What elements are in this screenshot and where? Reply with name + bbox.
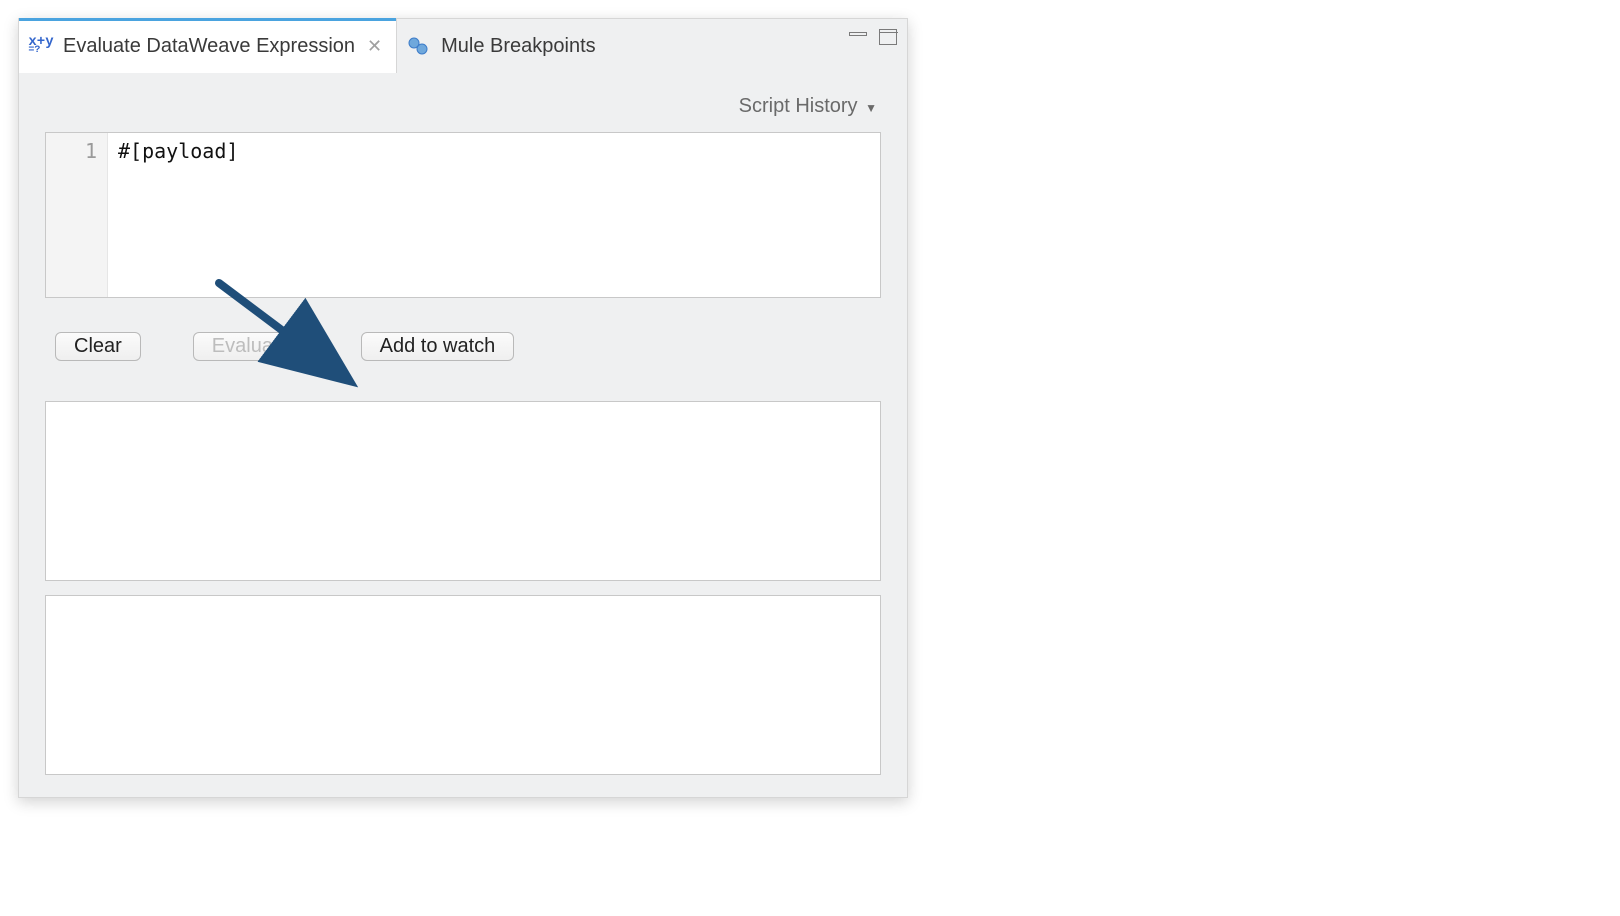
editor-gutter: 1 xyxy=(46,133,108,297)
minimize-icon[interactable] xyxy=(849,32,867,36)
tab-label: Evaluate DataWeave Expression xyxy=(63,35,355,58)
button-row: Clear Evaluate Add to watch xyxy=(45,298,881,361)
dataweave-expression-icon: x+y=? xyxy=(27,32,55,60)
add-to-watch-button[interactable]: Add to watch xyxy=(361,332,515,361)
clear-button[interactable]: Clear xyxy=(55,332,141,361)
chevron-down-icon: ▼ xyxy=(865,101,877,115)
evaluate-button[interactable]: Evaluate xyxy=(193,332,309,361)
evaluate-expression-panel: x+y=? Evaluate DataWeave Expression ✕ Mu… xyxy=(18,18,908,798)
maximize-icon[interactable] xyxy=(879,29,897,45)
tab-label: Mule Breakpoints xyxy=(441,35,596,58)
line-number: 1 xyxy=(46,139,97,163)
close-icon[interactable]: ✕ xyxy=(367,36,382,57)
script-history-dropdown[interactable]: Script History ▼ xyxy=(45,89,881,132)
panel-content: Script History ▼ 1 #[payload] Clear Eval… xyxy=(19,73,907,801)
expression-editor[interactable]: 1 #[payload] xyxy=(45,132,881,298)
script-history-label: Script History xyxy=(739,95,858,117)
tab-evaluate-dataweave[interactable]: x+y=? Evaluate DataWeave Expression ✕ xyxy=(19,19,397,73)
result-output xyxy=(45,401,881,581)
tab-mule-breakpoints[interactable]: Mule Breakpoints xyxy=(397,19,610,73)
editor-code[interactable]: #[payload] xyxy=(108,133,880,297)
breakpoints-icon xyxy=(405,32,433,60)
view-toolbar xyxy=(849,29,897,45)
tab-strip: x+y=? Evaluate DataWeave Expression ✕ Mu… xyxy=(19,19,907,73)
watch-output xyxy=(45,595,881,775)
